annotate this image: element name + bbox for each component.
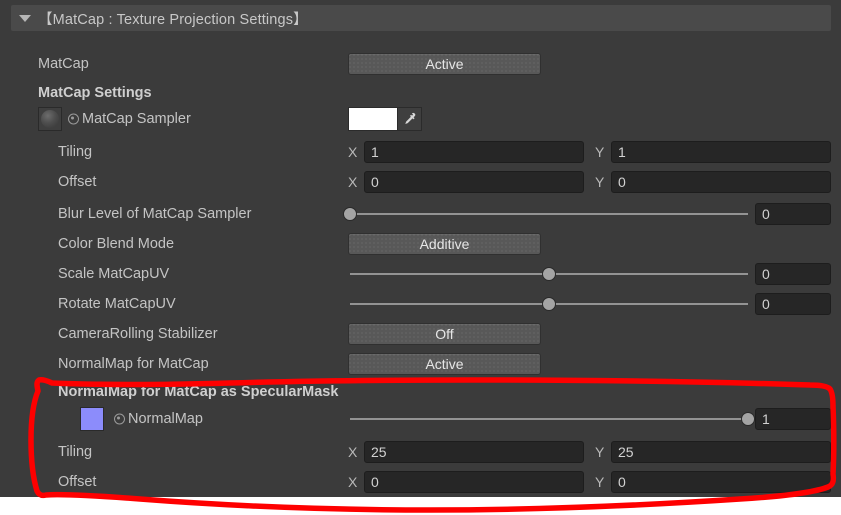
rotate-matcapuv-slider[interactable] bbox=[350, 297, 748, 311]
property-label: MatCap Sampler bbox=[82, 111, 191, 127]
axis-label-x: X bbox=[348, 174, 358, 190]
normalmap-slider[interactable] bbox=[350, 412, 755, 426]
property-label: Scale MatCapUV bbox=[58, 266, 170, 282]
property-row-matcap: MatCap Active bbox=[0, 49, 841, 79]
normalmap-tiling-y-input[interactable]: 25 bbox=[611, 441, 831, 463]
normalmap-offset-x-input[interactable]: 0 bbox=[364, 471, 584, 493]
property-row-normalmap: NormalMap 1 bbox=[0, 404, 841, 434]
property-row-rotate-matcapuv: Rotate MatCapUV 0 bbox=[0, 289, 841, 319]
axis-label-y: Y bbox=[595, 444, 605, 460]
axis-label-y: Y bbox=[595, 174, 605, 190]
target-dot-icon bbox=[68, 113, 79, 125]
matcap-sampler-offset-y-input[interactable]: 0 bbox=[611, 171, 831, 193]
property-label: Blur Level of MatCap Sampler bbox=[58, 206, 252, 222]
matcap-enum-value: Active bbox=[425, 56, 464, 72]
property-row-matcap-sampler-offset: Offset X 0 Y 0 bbox=[0, 167, 841, 197]
normalmap-tiling-x-input[interactable]: 25 bbox=[364, 441, 584, 463]
slider-thumb[interactable] bbox=[542, 297, 556, 311]
color-blend-mode-value: Additive bbox=[419, 236, 470, 252]
axis-label-x: X bbox=[348, 444, 358, 460]
property-row-normalmap-offset: Offset X 0 Y 0 bbox=[0, 467, 841, 497]
field-value: 0 bbox=[371, 174, 379, 190]
field-value: 25 bbox=[371, 444, 387, 460]
property-label: Offset bbox=[58, 174, 97, 190]
property-row-matcap-sampler: MatCap Sampler bbox=[0, 104, 841, 134]
property-row-normalmap-for-matcap: NormalMap for MatCap Active bbox=[0, 349, 841, 379]
property-label: Rotate MatCapUV bbox=[58, 296, 176, 312]
blur-level-value-input[interactable]: 0 bbox=[755, 203, 831, 225]
property-row-scale-matcapuv: Scale MatCapUV 0 bbox=[0, 259, 841, 289]
field-value: 25 bbox=[618, 444, 634, 460]
field-value: 0 bbox=[762, 206, 770, 222]
eyedropper-icon[interactable] bbox=[397, 108, 421, 130]
color-swatch[interactable] bbox=[349, 108, 397, 130]
property-row-matcap-sampler-tiling: Tiling X 1 Y 1 bbox=[0, 137, 841, 167]
slider-thumb[interactable] bbox=[343, 207, 357, 221]
axis-label-y: Y bbox=[595, 474, 605, 490]
property-label: MatCap bbox=[38, 56, 89, 72]
field-value: 1 bbox=[371, 144, 379, 160]
property-label: NormalMap bbox=[128, 411, 203, 427]
axis-label-x: X bbox=[348, 144, 358, 160]
matcap-sampler-color-field[interactable] bbox=[348, 107, 422, 131]
field-value: 0 bbox=[762, 296, 770, 312]
group-label: MatCap Settings bbox=[38, 85, 152, 101]
normalmap-for-matcap-value: Active bbox=[425, 356, 464, 372]
slider-track bbox=[350, 418, 748, 420]
property-row-normalmap-tiling: Tiling X 25 Y 25 bbox=[0, 437, 841, 467]
normalmap-offset-y-input[interactable]: 0 bbox=[611, 471, 831, 493]
normalmap-swatch-thumbnail[interactable] bbox=[80, 407, 104, 431]
axis-label-y: Y bbox=[595, 144, 605, 160]
target-dot-icon bbox=[114, 413, 125, 425]
rotate-matcapuv-value-input[interactable]: 0 bbox=[755, 293, 831, 315]
matcap-enum-dropdown[interactable]: Active bbox=[348, 53, 541, 75]
scale-matcapuv-slider[interactable] bbox=[350, 267, 748, 281]
normalmap-value-input[interactable]: 1 bbox=[755, 408, 831, 430]
group-label: NormalMap for MatCap as SpecularMask bbox=[58, 384, 339, 400]
field-value: 0 bbox=[618, 474, 626, 490]
field-value: 1 bbox=[618, 144, 626, 160]
scale-matcapuv-value-input[interactable]: 0 bbox=[755, 263, 831, 285]
property-label: Tiling bbox=[58, 444, 93, 460]
matcap-sampler-tiling-y-input[interactable]: 1 bbox=[611, 141, 831, 163]
property-label: NormalMap for MatCap bbox=[58, 356, 209, 372]
camerarolling-stabilizer-value: Off bbox=[435, 326, 454, 342]
field-value: 0 bbox=[371, 474, 379, 490]
property-label: CameraRolling Stabilizer bbox=[58, 326, 218, 342]
field-value: 0 bbox=[618, 174, 626, 190]
color-blend-mode-enum-dropdown[interactable]: Additive bbox=[348, 233, 541, 255]
camerarolling-stabilizer-enum-dropdown[interactable]: Off bbox=[348, 323, 541, 345]
matcap-sampler-tiling-x-input[interactable]: 1 bbox=[364, 141, 584, 163]
matcap-sphere-thumbnail[interactable] bbox=[38, 107, 62, 131]
slider-thumb[interactable] bbox=[741, 412, 755, 426]
property-label: Tiling bbox=[58, 144, 93, 160]
property-row-camerarolling-stabilizer: CameraRolling Stabilizer Off bbox=[0, 319, 841, 349]
foldout-header-matcap-texture-projection-settings[interactable]: 【MatCap : Texture Projection Settings】 bbox=[11, 5, 831, 31]
property-label: Offset bbox=[58, 474, 97, 490]
inspector-panel: 【MatCap : Texture Projection Settings】 M… bbox=[0, 0, 841, 497]
matcap-sampler-offset-x-input[interactable]: 0 bbox=[364, 171, 584, 193]
blur-level-slider[interactable] bbox=[343, 207, 748, 221]
axis-label-x: X bbox=[348, 474, 358, 490]
eyedropper-glyph bbox=[405, 112, 416, 124]
group-header-normalmap-for-matcap-as-specularmask: NormalMap for MatCap as SpecularMask bbox=[0, 377, 841, 407]
property-row-blur-level-of-matcap-sampler: Blur Level of MatCap Sampler 0 bbox=[0, 199, 841, 229]
page-title: 【MatCap : Texture Projection Settings】 bbox=[38, 11, 308, 28]
normalmap-for-matcap-enum-dropdown[interactable]: Active bbox=[348, 353, 541, 375]
triangle-down-icon[interactable] bbox=[19, 14, 31, 22]
field-value: 1 bbox=[762, 411, 770, 427]
slider-thumb[interactable] bbox=[542, 267, 556, 281]
field-value: 0 bbox=[762, 266, 770, 282]
property-label: Color Blend Mode bbox=[58, 236, 175, 252]
property-row-color-blend-mode: Color Blend Mode Additive bbox=[0, 229, 841, 259]
slider-track bbox=[350, 213, 748, 215]
